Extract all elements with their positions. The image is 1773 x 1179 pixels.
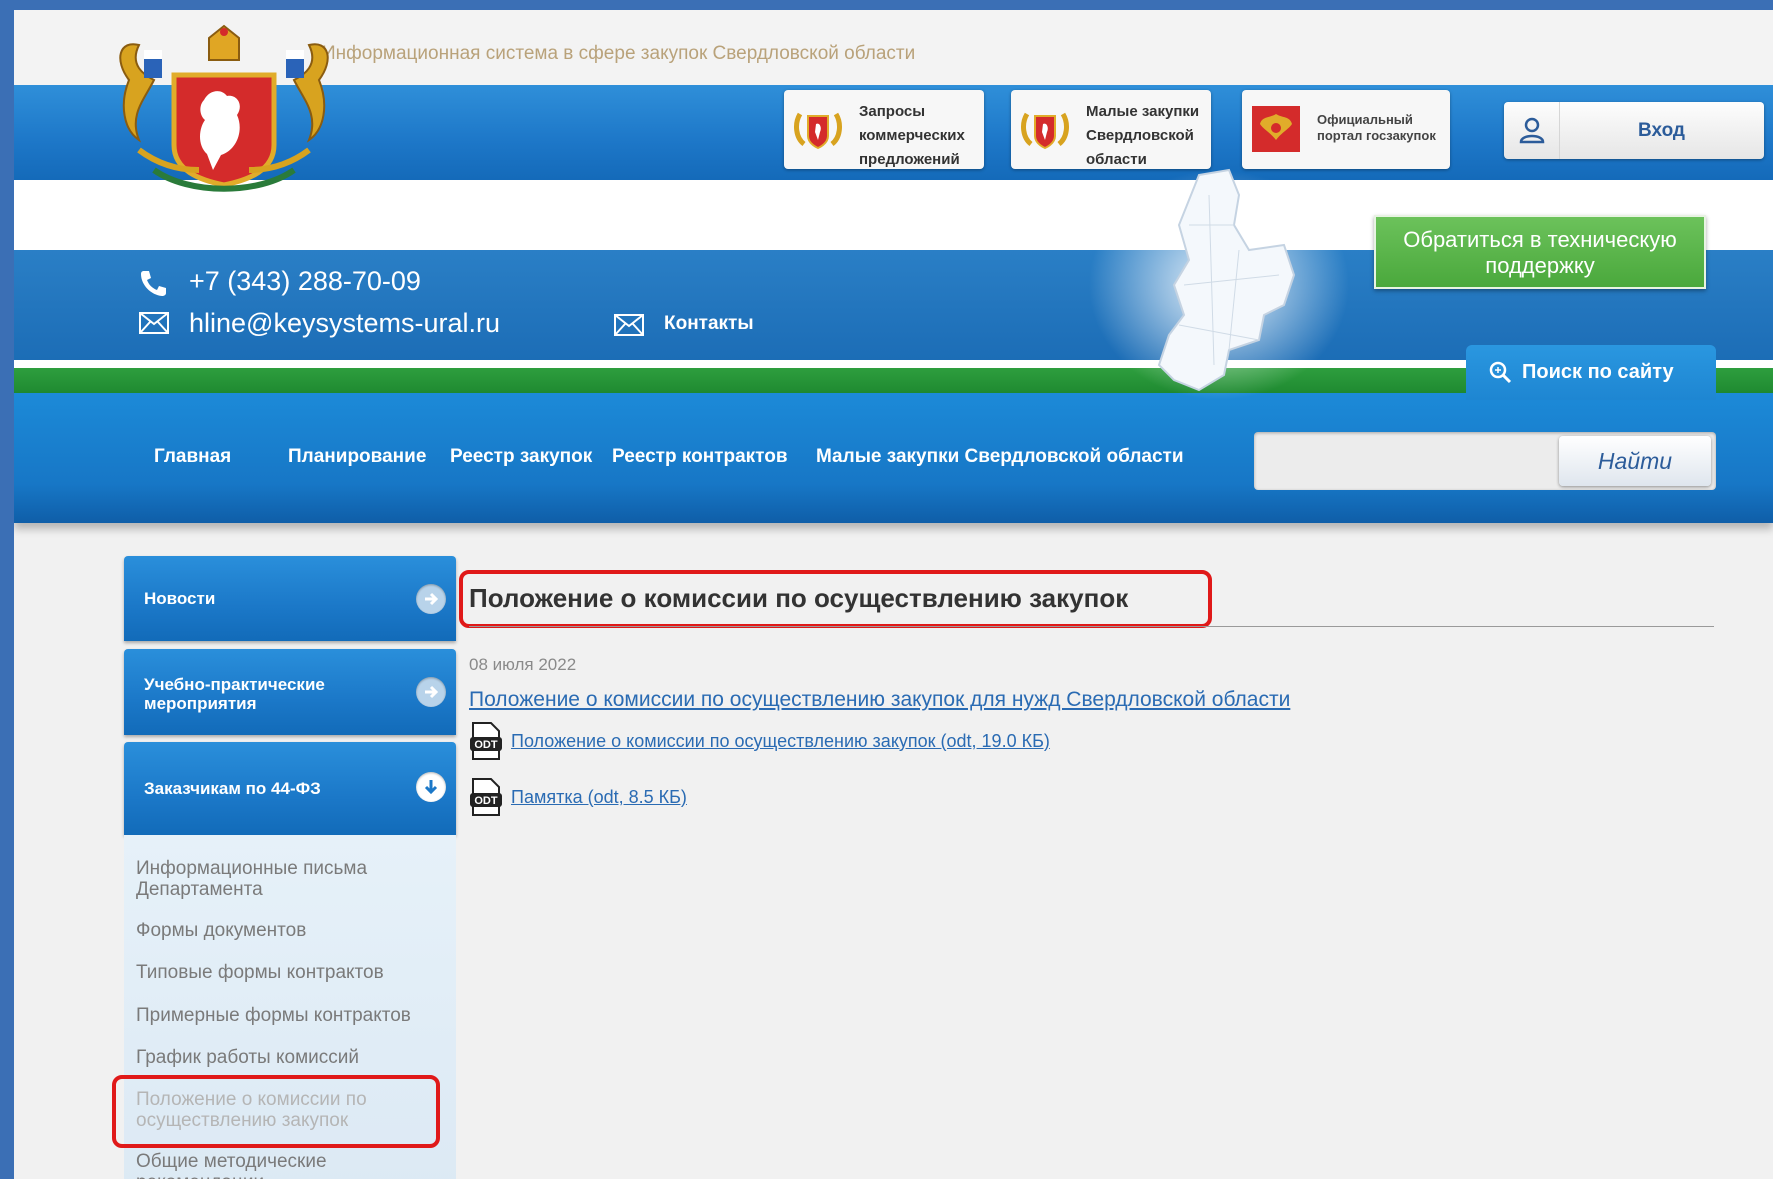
login-label: Вход [1638, 120, 1685, 141]
submenu-item[interactable]: Формы документов [136, 920, 436, 941]
tech-support-button[interactable]: Обратиться в техническую поддержку [1374, 215, 1706, 289]
official-portal-tile[interactable]: Официальный портал госзакупок [1242, 90, 1450, 169]
svg-text:ODT: ODT [474, 739, 498, 751]
search-input[interactable] [1262, 440, 1566, 484]
nav-small-purchases[interactable]: Малые закупки Свердловской области [816, 446, 1184, 468]
login-button[interactable]: Вход [1504, 102, 1764, 159]
arrow-down-icon [416, 772, 446, 802]
regional-emblem-icon [1021, 112, 1069, 150]
sidebar-training-label: Учебно-практические мероприятия [144, 675, 325, 713]
commercial-offers-label: Запросы коммерческих предложений [859, 103, 965, 168]
site-search-label: Поиск по сайту [1522, 361, 1674, 383]
nav-contracts-registry[interactable]: Реестр контрактов [612, 446, 788, 468]
phone-icon [141, 271, 166, 296]
submenu-item[interactable]: Общие методические рекомендации [136, 1151, 436, 1179]
publish-date: 08 июля 2022 [469, 655, 577, 674]
odt-file-icon: ODT [470, 778, 502, 816]
mail-icon [139, 312, 169, 334]
highlight-box [112, 1075, 440, 1148]
nav-home[interactable]: Главная [154, 446, 231, 468]
russian-emblem-icon [1252, 106, 1300, 152]
nav-procurement-registry[interactable]: Реестр закупок [450, 446, 592, 468]
file-link[interactable]: Памятка (odt, 8.5 КБ) [511, 787, 687, 808]
browser-viewport: Информационная система в сфере закупок С… [14, 10, 1773, 1179]
sidebar-news[interactable]: Новости [124, 556, 456, 641]
arrow-right-icon [416, 677, 446, 707]
submenu-item[interactable]: График работы комиссий [136, 1047, 436, 1068]
submenu-item[interactable]: Типовые формы контрактов [136, 962, 436, 983]
sidebar-customers-44fz[interactable]: Заказчикам по 44-ФЗ [124, 742, 456, 835]
page-title: Положение о комиссии по осуществлению за… [469, 583, 1129, 613]
sidebar-training[interactable]: Учебно-практические мероприятия [124, 649, 456, 735]
user-icon [1519, 117, 1545, 144]
submenu-item[interactable]: Примерные формы контрактов [136, 1005, 436, 1026]
mail-icon [614, 314, 644, 336]
email-link[interactable]: hline@keysystems-ural.ru [189, 308, 500, 339]
coat-of-arms-logo[interactable] [109, 20, 339, 195]
search-icon [1489, 361, 1512, 384]
sidebar-customers-label: Заказчикам по 44-ФЗ [144, 779, 321, 798]
document-link[interactable]: Положение о комиссии по осуществлению за… [469, 688, 1290, 712]
title-divider [469, 626, 1714, 627]
site-title: Информационная система в сфере закупок С… [322, 43, 916, 64]
contacts-link[interactable]: Контакты [664, 313, 754, 335]
search-box: Найти [1254, 432, 1716, 490]
small-purchases-label: Малые закупки Свердловской области [1086, 103, 1200, 168]
commercial-offers-tile[interactable]: Запросы коммерческих предложений [784, 90, 984, 169]
sidebar-news-label: Новости [144, 589, 216, 608]
arrow-right-icon [416, 584, 446, 614]
small-purchases-tile[interactable]: Малые закупки Свердловской области [1011, 90, 1211, 169]
find-button[interactable]: Найти [1559, 436, 1711, 486]
file-link[interactable]: Положение о комиссии по осуществлению за… [511, 731, 1050, 752]
site-search-tab[interactable]: Поиск по сайту [1466, 345, 1716, 400]
submenu-item[interactable]: Информационные письма Департамента [136, 858, 436, 900]
region-map-icon [1089, 168, 1349, 400]
phone-number: +7 (343) 288-70-09 [189, 266, 421, 296]
official-portal-label: Официальный портал госзакупок [1317, 112, 1436, 143]
nav-planning[interactable]: Планирование [288, 446, 426, 468]
svg-text:ODT: ODT [474, 795, 498, 807]
regional-emblem-icon [794, 112, 842, 150]
odt-file-icon: ODT [470, 722, 502, 760]
